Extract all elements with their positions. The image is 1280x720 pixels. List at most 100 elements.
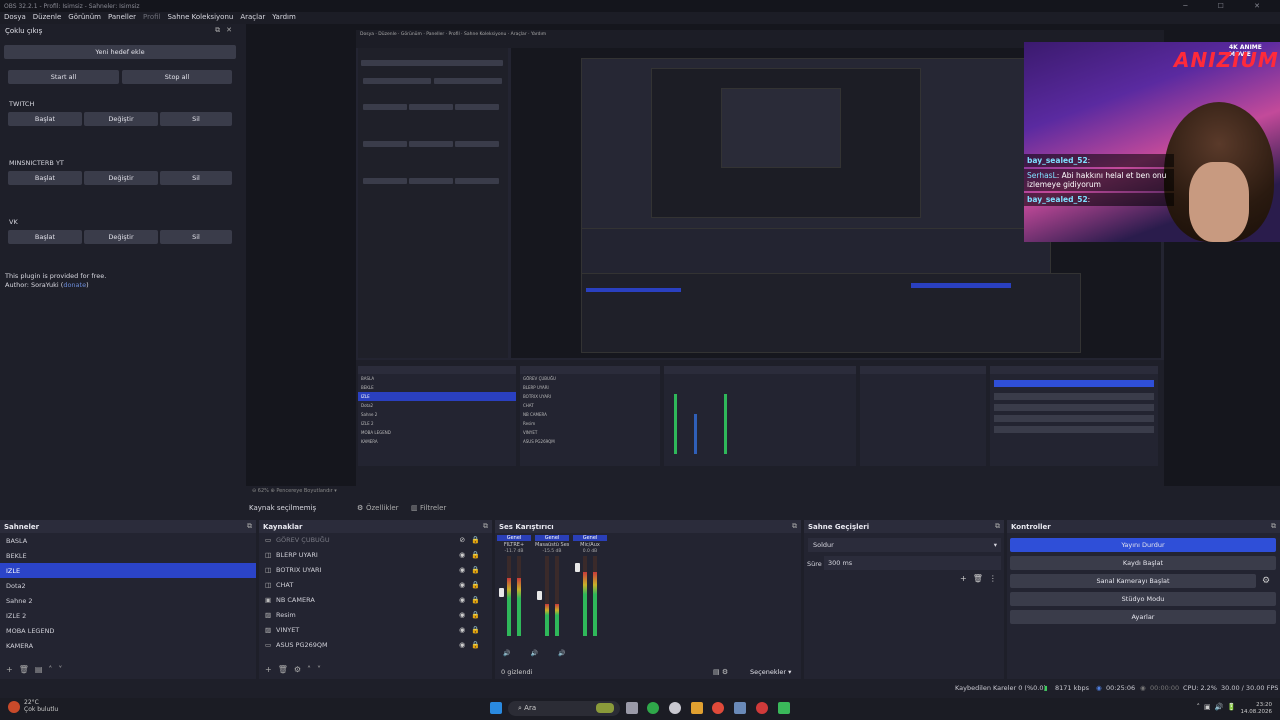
webcam-overlay: 4K ANIME MOVIE ANIZIUM <box>1024 42 1280 242</box>
filters-button[interactable]: Filtreler <box>420 504 446 512</box>
volume-fader[interactable] <box>575 563 580 572</box>
channel-name[interactable]: FILTRE+ <box>497 541 531 549</box>
transition-toolbar[interactable]: +🗑⋮ <box>960 574 1003 583</box>
virtual-camera-button[interactable]: Sanal Kamerayı Başlat <box>1010 574 1256 588</box>
twitch-start-button[interactable]: Başlat <box>8 112 82 126</box>
volume-fader[interactable] <box>537 591 542 600</box>
scene-item[interactable]: BEKLE <box>0 548 256 563</box>
start-all-button[interactable]: Start all <box>8 70 119 84</box>
properties-button[interactable]: Özellikler <box>366 504 399 512</box>
chevron-down-icon[interactable]: ▾ <box>334 488 337 494</box>
twitch-edit-button[interactable]: Değiştir <box>84 112 158 126</box>
mute-icons[interactable]: 🔊🔊🔊 <box>503 650 585 657</box>
scene-item[interactable]: MOBA LEGEND <box>0 623 256 638</box>
dock-float-close-icons[interactable]: ⧉✕ <box>215 26 238 35</box>
scenes-toolbar[interactable]: +🗑▤˄˅ <box>0 663 256 679</box>
scene-item[interactable]: Dota2 <box>0 578 256 593</box>
visibility-lock-icons[interactable]: ◉🔒 <box>459 611 486 619</box>
transition-select[interactable]: Soldur ▾ <box>808 538 1001 552</box>
source-item[interactable]: ▭ GÖREV ÇUBUĞU ⊘🔒 <box>259 533 492 548</box>
task-view-icon[interactable] <box>626 702 638 714</box>
windows-start-icon[interactable] <box>490 702 502 714</box>
mixer-channels: Genel FILTRE+ -11.7 dB Genel Masaüstü Se… <box>497 535 607 636</box>
menu-profile[interactable]: Profil <box>143 13 160 23</box>
yt-start-button[interactable]: Başlat <box>8 171 82 185</box>
volume-meter[interactable] <box>537 556 567 636</box>
source-item[interactable]: ▨ Resim ◉🔒 <box>259 608 492 623</box>
menu-scene-collection[interactable]: Sahne Koleksiyonu <box>167 13 233 23</box>
menu-file[interactable]: Dosya <box>4 13 26 23</box>
zoom-mode[interactable]: Pencereye Boyutlandır <box>276 488 332 494</box>
menu-docks[interactable]: Paneller <box>108 13 136 23</box>
stop-all-button[interactable]: Stop all <box>122 70 232 84</box>
volume-meter[interactable] <box>575 556 605 636</box>
dock-float-icon[interactable]: ⧉ <box>1271 522 1276 531</box>
preview-canvas[interactable]: Dosya · Düzenle · Görünüm · Paneller · P… <box>246 24 1280 486</box>
source-item[interactable]: ▣ NB CAMERA ◉🔒 <box>259 593 492 608</box>
settings-button[interactable]: Ayarlar <box>1010 610 1276 624</box>
search-highlight-icon[interactable] <box>596 703 614 713</box>
yt-edit-button[interactable]: Değiştir <box>84 171 158 185</box>
duration-input[interactable]: 300 ms <box>824 556 1001 570</box>
window-controls[interactable]: ─ ☐ ✕ <box>1183 2 1274 10</box>
mixer-layout-icon[interactable]: ▤ ⚙ <box>713 668 728 676</box>
stop-stream-button[interactable]: Yayını Durdur <box>1010 538 1276 552</box>
sources-toolbar[interactable]: +🗑⚙˄˅ <box>259 663 492 679</box>
play-icon[interactable] <box>778 702 790 714</box>
menu-help[interactable]: Yardım <box>272 13 296 23</box>
menu-view[interactable]: Görünüm <box>68 13 101 23</box>
gear-icon[interactable]: ⚙ <box>1262 576 1270 586</box>
source-item[interactable]: ◫ BOTRIX UYARI ◉🔒 <box>259 563 492 578</box>
menu-edit[interactable]: Düzenle <box>33 13 62 23</box>
visibility-lock-icons[interactable]: ◉🔒 <box>459 641 486 649</box>
zoom-in-icon[interactable]: ⊕ <box>271 488 275 494</box>
xbox-icon[interactable] <box>647 702 659 714</box>
transitions-header: Sahne Geçişleri ⧉ <box>804 520 1004 533</box>
chrome-icon[interactable] <box>712 702 724 714</box>
visibility-lock-icons[interactable]: ◉🔒 <box>459 551 486 559</box>
vk-start-button[interactable]: Başlat <box>8 230 82 244</box>
visibility-lock-icons[interactable]: ◉🔒 <box>459 596 486 604</box>
source-item[interactable]: ▨ VINYET ◉🔒 <box>259 623 492 638</box>
twitch-delete-button[interactable]: Sil <box>160 112 232 126</box>
settings-app-icon[interactable] <box>734 702 746 714</box>
dock-float-icon[interactable]: ⧉ <box>483 522 488 531</box>
studio-mode-button[interactable]: Stüdyo Modu <box>1010 592 1276 606</box>
add-target-button[interactable]: Yeni hedef ekle <box>4 45 236 59</box>
scene-item[interactable]: BASLA <box>0 533 256 548</box>
dock-float-icon[interactable]: ⧉ <box>247 522 252 531</box>
source-item[interactable]: ◫ BLERP UYARI ◉🔒 <box>259 548 492 563</box>
donate-link[interactable]: donate <box>63 281 86 289</box>
scene-item[interactable]: IZLE 2 <box>0 608 256 623</box>
visibility-lock-icons[interactable]: ⊘🔒 <box>459 536 486 544</box>
source-name: BOTRIX UYARI <box>276 566 322 574</box>
channel-name[interactable]: Mic/Aux <box>573 541 607 549</box>
menu-tools[interactable]: Araçlar <box>240 13 265 23</box>
volume-fader[interactable] <box>499 588 504 597</box>
zoom-out-icon[interactable]: ⊖ <box>252 488 256 494</box>
dock-float-icon[interactable]: ⧉ <box>995 522 1000 531</box>
source-item[interactable]: ▭ ASUS PG269QM ◉🔒 <box>259 638 492 653</box>
vk-edit-button[interactable]: Değiştir <box>84 230 158 244</box>
volume-meter[interactable] <box>499 556 529 636</box>
start-recording-button[interactable]: Kaydı Başlat <box>1010 556 1276 570</box>
file-explorer-icon[interactable] <box>691 702 703 714</box>
system-tray-icons[interactable]: ˄▣🔊🔋 <box>1196 703 1240 711</box>
app-icon[interactable] <box>669 702 681 714</box>
visibility-lock-icons[interactable]: ◉🔒 <box>459 566 486 574</box>
mixer-options-button[interactable]: Seçenekler ▾ <box>750 668 791 676</box>
chevron-down-icon: ▾ <box>993 541 997 549</box>
obs-icon[interactable] <box>756 702 768 714</box>
source-item[interactable]: ◫ CHAT ◉🔒 <box>259 578 492 593</box>
scene-item[interactable]: KAMERA <box>0 638 256 653</box>
clock[interactable]: 23:20 14.08.2026 <box>1241 702 1273 716</box>
weather-widget[interactable]: 22°C Çok bulutlu <box>8 699 58 713</box>
visibility-lock-icons[interactable]: ◉🔒 <box>459 626 486 634</box>
dock-float-icon[interactable]: ⧉ <box>792 522 797 531</box>
scene-item[interactable]: Sahne 2 <box>0 593 256 608</box>
visibility-lock-icons[interactable]: ◉🔒 <box>459 581 486 589</box>
vk-delete-button[interactable]: Sil <box>160 230 232 244</box>
scene-item-selected[interactable]: IZLE <box>0 563 256 578</box>
yt-delete-button[interactable]: Sil <box>160 171 232 185</box>
channel-name[interactable]: Masaüstü Ses <box>535 541 569 549</box>
